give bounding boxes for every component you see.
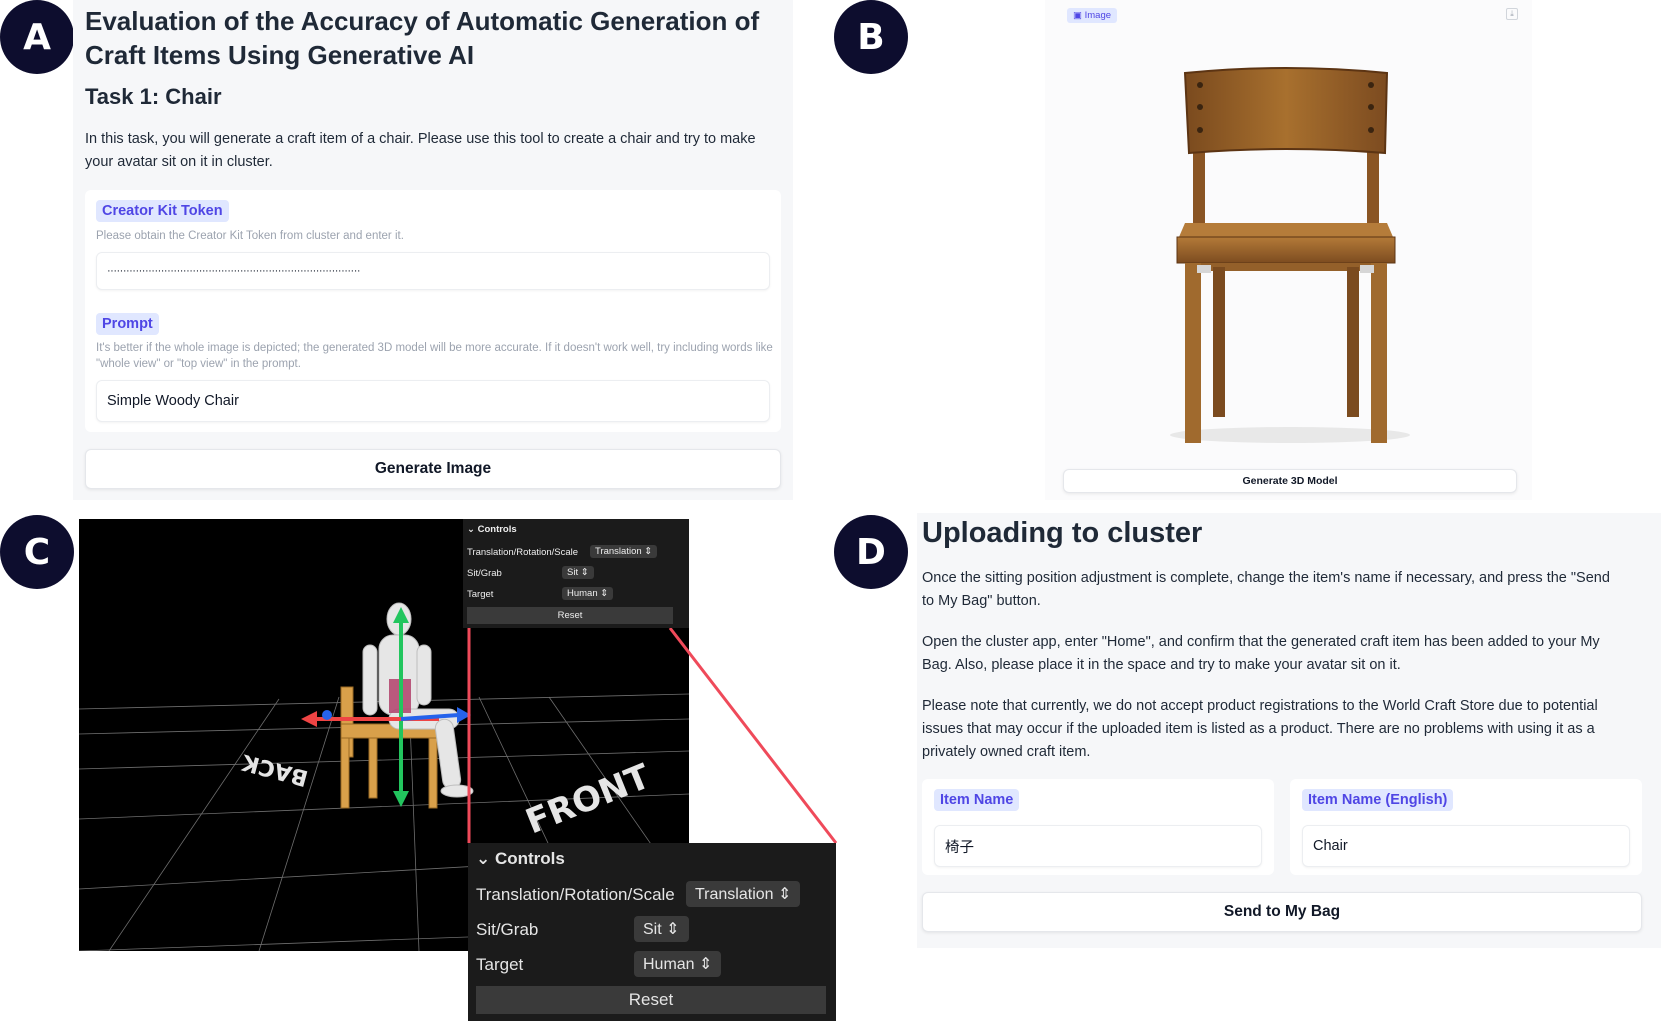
floor-label-back: BACK <box>239 749 311 791</box>
task-heading: Task 1: Chair <box>85 84 222 109</box>
generated-chair-image <box>1170 67 1410 443</box>
panel-badge-b: B <box>834 0 908 74</box>
send-to-my-bag-button[interactable]: Send to My Bag <box>922 892 1642 932</box>
controls-panel-zoomed: ⌄ Controls Translation/Rotation/Scale Tr… <box>468 843 836 1021</box>
image-icon: ▣ <box>1073 10 1085 21</box>
controls-header-small[interactable]: ⌄ Controls <box>467 524 517 535</box>
control-label: Translation/Rotation/Scale <box>467 547 579 558</box>
control-label: Target <box>467 589 494 600</box>
controls-header[interactable]: ⌄ Controls <box>476 849 565 869</box>
transform-mode-select[interactable]: Translation ⇕ <box>686 881 801 907</box>
panel-badge-c: C <box>0 515 74 589</box>
image-tag: ▣ Image <box>1067 8 1118 23</box>
form-card: Creator Kit Token Please obtain the Crea… <box>85 190 781 432</box>
control-label: Sit/Grab <box>467 568 502 579</box>
panel-a-image-generation-form: Evaluation of the Accuracy of Automatic … <box>73 0 793 500</box>
sit-grab-select[interactable]: Sit ⇕ <box>634 916 689 942</box>
token-input[interactable]: ········································… <box>96 252 770 290</box>
prompt-input-value: Simple Woody Chair <box>107 393 239 409</box>
panel-badge-a: A <box>0 0 74 74</box>
generate-3d-model-button[interactable]: Generate 3D Model <box>1063 469 1517 493</box>
chevron-down-icon: ⌄ <box>467 524 478 535</box>
token-hint: Please obtain the Creator Kit Token from… <box>96 230 404 242</box>
control-label: Target <box>476 955 524 974</box>
task-description: In this task, you will generate a craft … <box>85 131 756 170</box>
page-title: Evaluation of the Accuracy of Automatic … <box>85 6 760 70</box>
chevron-down-icon: ⌄ <box>476 849 495 868</box>
item-name-en-card: Item Name (English) Chair <box>1290 779 1642 875</box>
sit-grab-select[interactable]: Sit ⇕ <box>562 566 594 579</box>
control-label: Translation/Rotation/Scale <box>476 885 675 904</box>
upload-instructions-3: Please note that currently, we do not ac… <box>922 698 1598 760</box>
item-name-input[interactable]: 椅子 <box>934 825 1262 867</box>
floor-label-front: FRONT <box>520 756 656 842</box>
item-name-card: Item Name 椅子 <box>922 779 1274 875</box>
reset-button[interactable]: Reset <box>476 986 826 1014</box>
generate-image-button[interactable]: Generate Image <box>85 449 781 489</box>
item-name-en-label: Item Name (English) <box>1302 789 1454 811</box>
panel-d-upload-form: Uploading to cluster Once the sitting po… <box>917 513 1661 948</box>
prompt-label: Prompt <box>96 313 159 335</box>
reset-button-small[interactable]: Reset <box>467 607 673 624</box>
target-select[interactable]: Human ⇕ <box>634 951 722 977</box>
transform-mode-select[interactable]: Translation ⇕ <box>590 545 658 558</box>
control-label: Sit/Grab <box>476 920 539 939</box>
target-select[interactable]: Human ⇕ <box>562 587 614 600</box>
token-input-value: ········································… <box>107 265 361 277</box>
download-icon[interactable]: ⤓ <box>1506 8 1518 20</box>
token-label: Creator Kit Token <box>96 200 229 222</box>
upload-instructions-1: Once the sitting position adjustment is … <box>922 570 1610 609</box>
item-name-value: 椅子 <box>945 839 974 856</box>
item-name-label: Item Name <box>934 789 1020 811</box>
upload-heading: Uploading to cluster <box>922 517 1203 549</box>
panel-badge-d: D <box>834 515 908 589</box>
item-name-en-value: Chair <box>1313 838 1348 854</box>
prompt-hint: It's better if the whole image is depict… <box>96 342 773 370</box>
panel-b-generated-image: ▣ Image ⤓ Generate 3D Model <box>1045 0 1532 500</box>
controls-panel-small: ⌄ Controls Translation/Rotation/Scale Tr… <box>463 519 689 628</box>
prompt-input[interactable]: Simple Woody Chair <box>96 380 770 422</box>
upload-instructions-2: Open the cluster app, enter "Home", and … <box>922 634 1600 673</box>
item-name-en-input[interactable]: Chair <box>1302 825 1630 867</box>
